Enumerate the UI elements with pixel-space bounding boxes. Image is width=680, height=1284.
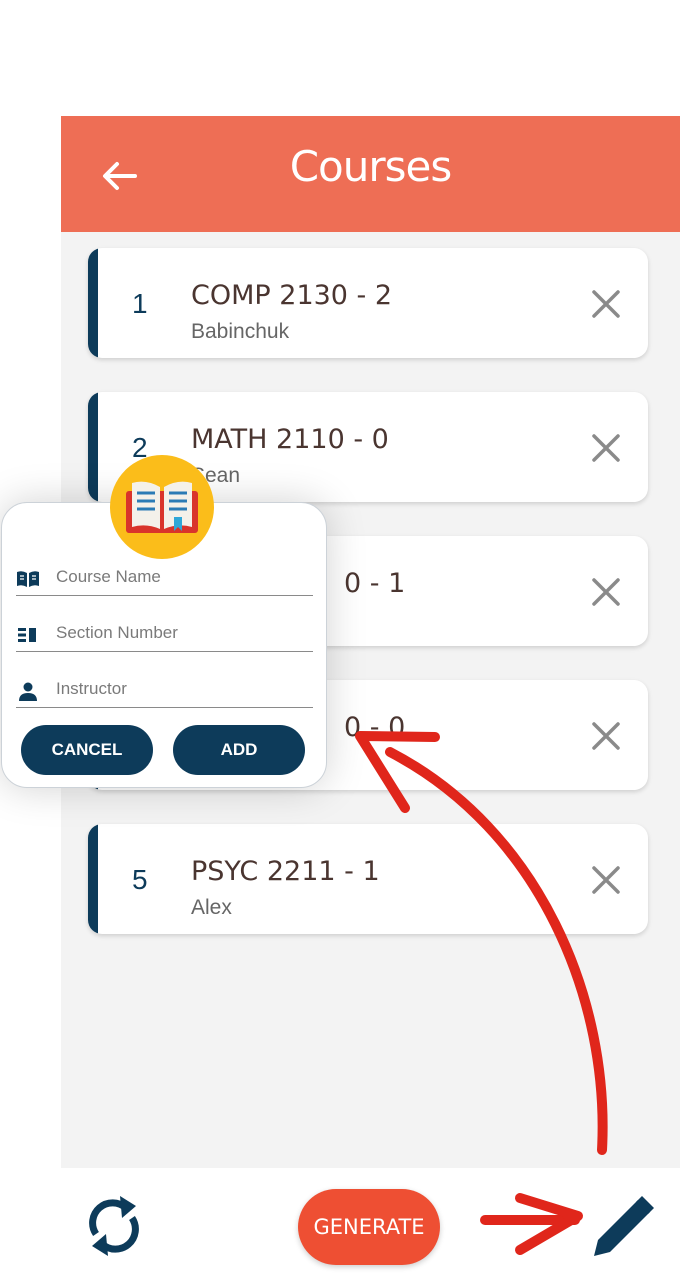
section-number-field[interactable]: Section Number xyxy=(16,621,313,652)
course-index: 5 xyxy=(132,864,148,895)
book-open-icon xyxy=(17,571,39,587)
close-icon[interactable] xyxy=(590,864,622,896)
close-icon[interactable] xyxy=(590,288,622,320)
close-icon[interactable] xyxy=(590,720,622,752)
close-icon[interactable] xyxy=(590,432,622,464)
course-instructor: Alex xyxy=(191,896,232,919)
course-card[interactable]: 1 COMP 2130 - 2 Babinchuk xyxy=(88,248,648,358)
course-code: PSYC 2211 - 1 xyxy=(191,856,380,887)
close-icon[interactable] xyxy=(590,576,622,608)
course-code: 0 - 1 xyxy=(344,568,406,599)
instructor-field[interactable]: Instructor xyxy=(16,677,313,708)
card-accent-stripe xyxy=(88,392,98,502)
course-code: 0 - 0 xyxy=(344,712,406,743)
refresh-icon[interactable] xyxy=(84,1194,144,1258)
course-name-field[interactable]: Course Name xyxy=(16,565,313,596)
list-icon xyxy=(18,628,36,642)
pencil-icon[interactable] xyxy=(590,1196,658,1260)
course-instructor: Babinchuk xyxy=(191,320,290,343)
person-icon xyxy=(19,682,37,701)
card-accent-stripe xyxy=(88,824,98,934)
book-icon xyxy=(126,481,198,533)
page-title: Courses xyxy=(289,142,453,191)
section-number-placeholder: Section Number xyxy=(56,623,178,642)
generate-button[interactable]: GENERATE xyxy=(298,1189,440,1265)
add-button[interactable]: ADD xyxy=(173,725,305,775)
course-index: 1 xyxy=(132,288,148,319)
course-name-placeholder: Course Name xyxy=(56,567,161,586)
app-bar: Courses xyxy=(61,116,680,232)
instructor-placeholder: Instructor xyxy=(56,679,127,698)
course-code: COMP 2130 - 2 xyxy=(191,280,393,311)
cancel-button[interactable]: CANCEL xyxy=(21,725,153,775)
course-card[interactable]: 5 PSYC 2211 - 1 Alex xyxy=(88,824,648,934)
card-accent-stripe xyxy=(88,248,98,358)
course-code: MATH 2110 - 0 xyxy=(191,424,389,455)
book-badge xyxy=(110,455,214,559)
